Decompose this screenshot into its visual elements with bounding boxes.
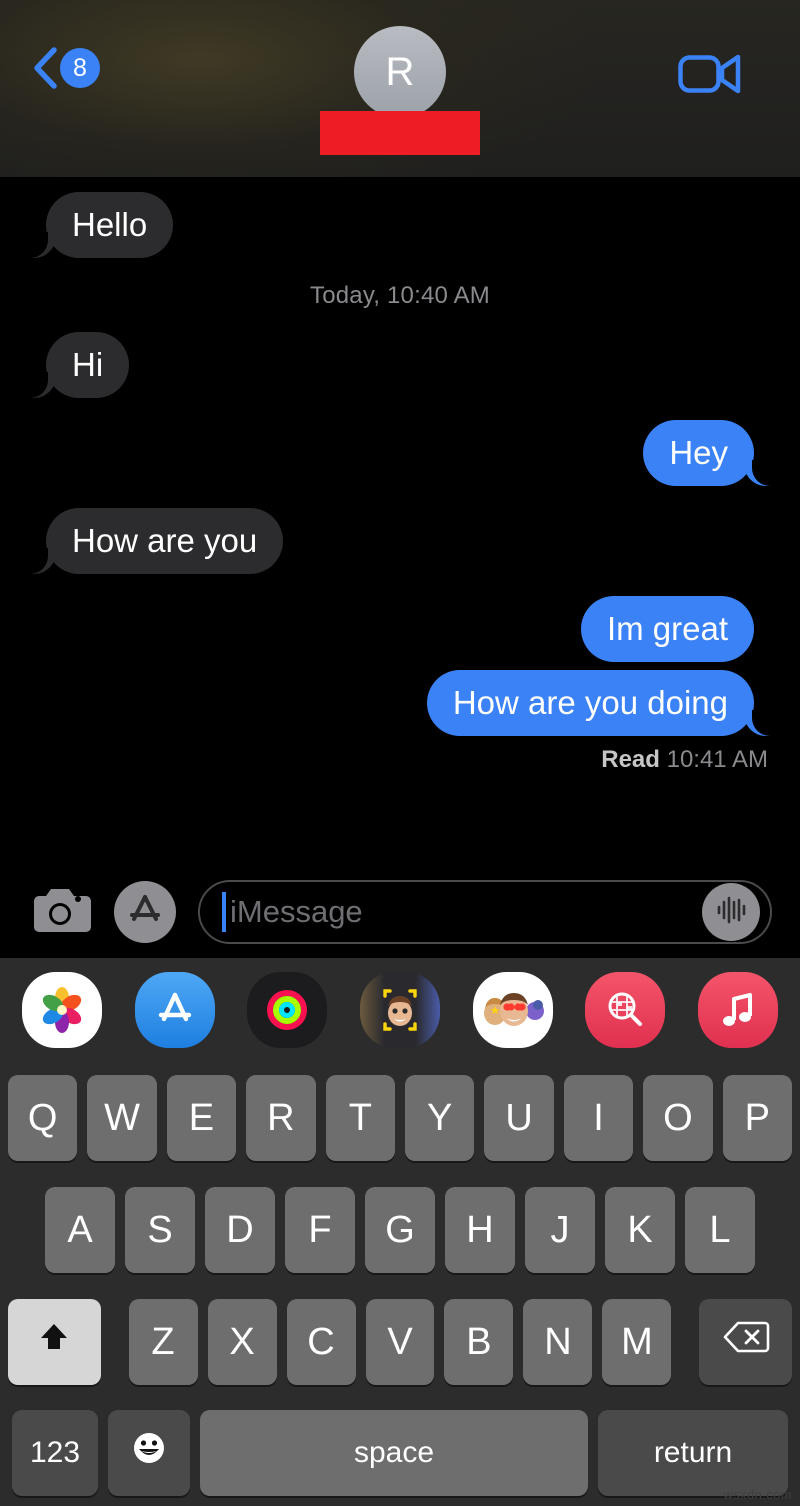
message-row: How are you doing: [24, 669, 781, 736]
key-h[interactable]: H: [445, 1187, 515, 1273]
key-u[interactable]: U: [484, 1075, 554, 1161]
camera-button[interactable]: [28, 884, 92, 941]
key-m[interactable]: M: [602, 1299, 672, 1385]
conversation-header: 8 R: [0, 0, 800, 178]
imessage-placeholder: iMessage: [230, 894, 363, 929]
key-p[interactable]: P: [722, 1075, 793, 1161]
message-thread[interactable]: Hello Today, 10:40 AM Hi Hey How are you…: [0, 178, 800, 862]
app-store-icon: [123, 888, 167, 937]
message-row: Hi: [19, 331, 776, 398]
back-button[interactable]: 8: [32, 46, 100, 90]
imessage-app-drawer[interactable]: ★: [0, 958, 800, 1062]
key-c[interactable]: C: [286, 1299, 356, 1385]
key-r[interactable]: R: [246, 1075, 316, 1161]
key-l[interactable]: L: [685, 1187, 755, 1273]
avatar[interactable]: R: [354, 26, 446, 118]
return-key[interactable]: return: [598, 1410, 788, 1496]
unread-count-badge[interactable]: 8: [60, 48, 100, 88]
key-e[interactable]: E: [166, 1075, 237, 1161]
chevron-left-icon: [32, 46, 58, 90]
key-x[interactable]: X: [207, 1299, 277, 1385]
key-n[interactable]: N: [523, 1299, 593, 1385]
emoji-key[interactable]: [108, 1410, 190, 1496]
message-row: How are you: [19, 507, 776, 574]
keyboard-row-3: Z X C V B N M: [0, 1286, 800, 1398]
key-s[interactable]: S: [125, 1187, 195, 1273]
emoji-smiley-icon: [128, 1427, 170, 1479]
read-receipt-label: Read: [601, 745, 660, 773]
key-k[interactable]: K: [605, 1187, 675, 1273]
messages-screen: 8 R Hello Today, 10:40 AM Hi Hey How are…: [0, 0, 800, 1506]
key-g[interactable]: G: [365, 1187, 435, 1273]
contact-title-block[interactable]: R: [320, 26, 480, 155]
key-v[interactable]: V: [365, 1299, 435, 1385]
message-bubble-incoming[interactable]: Hello: [19, 192, 174, 258]
key-o[interactable]: O: [643, 1075, 713, 1161]
numbers-key[interactable]: 123: [12, 1410, 98, 1496]
photos-app-icon[interactable]: [22, 972, 102, 1048]
camera-icon: [28, 884, 92, 941]
thread-timestamp: Today, 10:40 AM: [310, 281, 490, 309]
message-bubble-incoming[interactable]: How are you: [19, 507, 284, 574]
shift-up-arrow-icon: [34, 1317, 74, 1367]
facetime-video-button[interactable]: [678, 52, 742, 101]
avatar-initial: R: [385, 49, 415, 94]
message-row: Hey: [24, 419, 780, 486]
svg-text:★: ★: [490, 1005, 500, 1017]
audio-waveform-icon: [714, 895, 748, 930]
memoji-app-icon[interactable]: [359, 972, 440, 1048]
space-key[interactable]: space: [200, 1410, 588, 1496]
key-w[interactable]: W: [87, 1075, 157, 1161]
apple-music-app-icon[interactable]: [697, 972, 778, 1048]
key-q[interactable]: Q: [7, 1075, 78, 1161]
imessage-input-field[interactable]: iMessage: [198, 880, 772, 944]
delete-backspace-icon: [722, 1319, 770, 1365]
message-bubble-outgoing[interactable]: Im great: [580, 595, 754, 662]
read-receipt: Read 10:41 AM: [24, 736, 776, 774]
audio-message-button[interactable]: [702, 883, 760, 941]
message-bubble-incoming[interactable]: Hi: [19, 331, 130, 398]
key-f[interactable]: F: [285, 1187, 355, 1273]
video-camera-icon: [678, 54, 742, 100]
app-store-app-icon[interactable]: [134, 972, 215, 1048]
keyboard-row-2: A S D F G H J K L: [0, 1174, 800, 1286]
app-store-button[interactable]: [114, 881, 176, 943]
shift-key[interactable]: [8, 1299, 101, 1385]
message-bubble-outgoing[interactable]: How are you doing: [426, 669, 781, 736]
contact-name-redaction: [320, 111, 480, 155]
read-receipt-time: 10:41 AM: [666, 745, 768, 773]
animoji-stickers-app-icon[interactable]: ★: [472, 972, 553, 1048]
key-t[interactable]: T: [325, 1075, 395, 1161]
message-row: Im great: [24, 595, 776, 662]
key-b[interactable]: B: [444, 1299, 514, 1385]
key-j[interactable]: J: [525, 1187, 595, 1273]
key-y[interactable]: Y: [405, 1075, 475, 1161]
keyboard-area: ★ Q W E R T Y U I O P A S D F G H J K L …: [0, 958, 800, 1506]
keyboard-row-1: Q W E R T Y U I O P: [0, 1062, 800, 1174]
fitness-activity-app-icon[interactable]: [247, 972, 328, 1048]
key-z[interactable]: Z: [128, 1299, 198, 1385]
message-bubble-outgoing[interactable]: Hey: [643, 419, 780, 486]
watermark: wsxdn.com: [723, 1487, 792, 1502]
message-input-bar: iMessage: [0, 866, 800, 958]
images-search-app-icon[interactable]: [585, 972, 666, 1048]
key-a[interactable]: A: [45, 1187, 115, 1273]
key-i[interactable]: I: [563, 1075, 634, 1161]
backspace-key[interactable]: [699, 1299, 792, 1385]
text-cursor: [222, 892, 226, 932]
keyboard-row-4: 123 space return: [0, 1398, 800, 1506]
message-row: Hello: [19, 192, 776, 258]
key-d[interactable]: D: [205, 1187, 275, 1273]
